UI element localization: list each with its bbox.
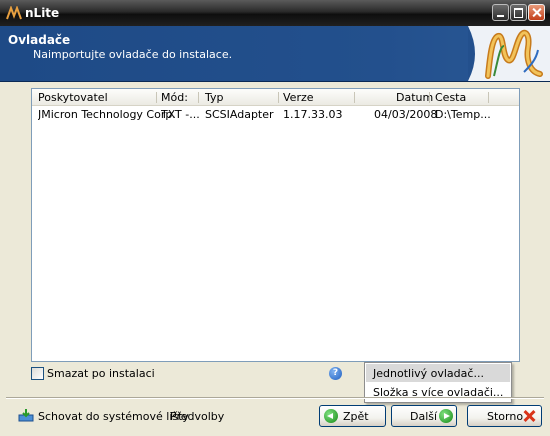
column-separator[interactable] [198,92,199,103]
menu-item-label: Jednotlivý ovladač... [373,367,484,380]
cell-version: 1.17.33.03 [283,108,343,121]
column-separator[interactable] [278,92,279,103]
arrow-right-icon [439,409,453,423]
menu-item-single-driver[interactable]: Jednotlivý ovladač... [366,364,510,382]
cell-date: 04/03/2008 [374,108,438,121]
close-button[interactable] [528,4,545,21]
nlite-app-icon [6,6,22,20]
hide-to-tray-link[interactable]: Schovat do systémové lišty [38,410,189,423]
close-x-icon [522,409,536,423]
column-separator[interactable] [156,92,157,103]
minimize-button[interactable] [492,4,509,21]
page-subtitle: Naimportujte ovladače do instalace. [33,48,233,61]
column-header-type[interactable]: Typ [205,91,224,105]
back-button[interactable]: Zpět [319,405,386,427]
title-bar[interactable]: nLite [0,0,550,26]
page-header: Ovladače Naimportujte ovladače do instal… [0,26,550,82]
arrow-left-icon [324,409,338,423]
cancel-button-label: Storno [487,410,524,423]
column-header-version[interactable]: Verze [283,91,314,105]
column-header-mode[interactable]: Mód: [161,91,188,105]
preferences-link[interactable]: Předvolby [170,410,224,423]
column-separator[interactable] [429,92,430,103]
cell-path: D:\Temp... [435,108,491,121]
nlite-window: nLite Ovladače Naimportujte ovladače do … [0,0,550,436]
cell-type: SCSIAdapter [205,108,274,121]
maximize-button[interactable] [510,4,527,21]
page-title: Ovladače [8,33,71,47]
drivers-list[interactable]: Poskytovatel Mód: Typ Verze Datum Cesta … [31,88,520,362]
divider [6,397,544,399]
table-row[interactable]: JMicron Technology Corp. TXT -... SCSIAd… [32,106,519,122]
next-button-label: Další [410,410,438,423]
list-header: Poskytovatel Mód: Typ Verze Datum Cesta [32,89,519,106]
help-icon[interactable]: ? [329,367,342,380]
column-header-path[interactable]: Cesta [435,91,466,105]
cell-provider: JMicron Technology Corp. [38,108,176,121]
tray-icon[interactable] [18,408,34,422]
back-button-label: Zpět [343,410,369,423]
window-title: nLite [25,6,60,20]
column-separator[interactable] [354,92,355,103]
nlite-logo [468,26,550,81]
column-header-provider[interactable]: Poskytovatel [38,91,108,105]
column-header-date[interactable]: Datum [396,91,433,105]
next-button[interactable]: Další [391,405,457,427]
cell-mode: TXT -... [161,108,200,121]
delete-after-install-label[interactable]: Smazat po instalaci [47,367,155,380]
column-separator[interactable] [488,92,489,103]
delete-after-install-checkbox[interactable] [31,367,44,380]
cancel-button[interactable]: Storno [467,405,542,427]
